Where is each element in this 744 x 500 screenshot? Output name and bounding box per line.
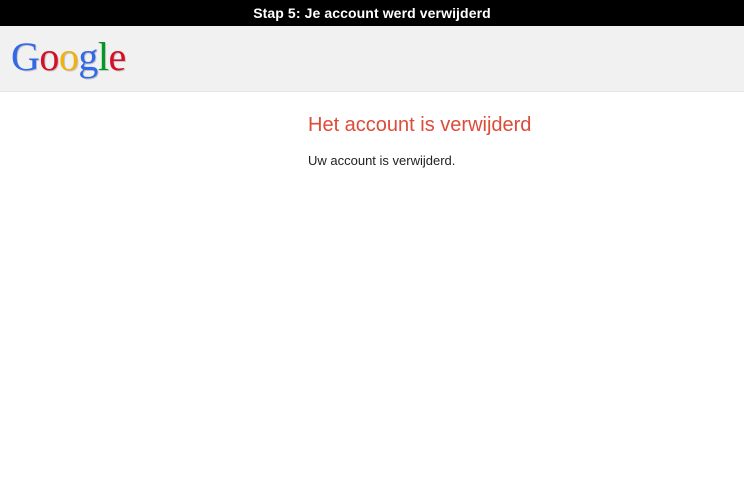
logo-letter: e [108,34,127,79]
logo-letter: o [39,34,59,79]
logo-letter: G [11,34,40,79]
page-title: Het account is verwijderd [308,114,532,136]
google-logo[interactable]: Google [11,33,126,81]
logo-letter: l [97,34,109,79]
tutorial-caption-text: Stap 5: Je account werd verwijderd [253,5,491,21]
main-content: Het account is verwijderd Uw account is … [308,112,728,170]
tutorial-caption-bar: Stap 5: Je account werd verwijderd [0,0,744,26]
confirmation-message: Uw account is verwijderd. [308,153,456,168]
logo-letter: o [58,34,79,79]
logo-letter: g [78,34,98,79]
page-header: Google [0,26,744,92]
